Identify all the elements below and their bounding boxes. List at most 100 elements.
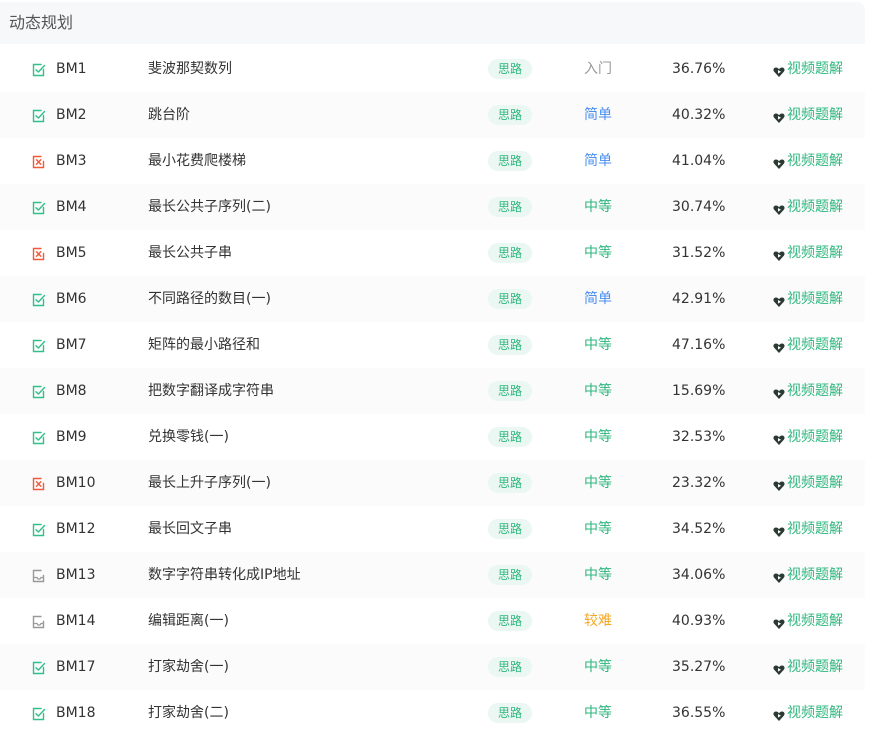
problem-title-link[interactable]: 编辑距离(一): [148, 612, 229, 630]
problem-panel: 动态规划 BM1 斐波那契数列 思路 入门 36.76% 视频题解 BM2 跳台阶 思路 简单 40…: [0, 0, 865, 737]
difficulty-label: 简单: [584, 107, 612, 123]
pass-rate: 15.69%: [672, 383, 726, 399]
problem-row[interactable]: BM4 最长公共子序列(二) 思路 中等 30.74% 视频题解: [0, 184, 865, 230]
problem-title-link[interactable]: 最小花费爬楼梯: [148, 152, 246, 170]
problem-row[interactable]: BM17 打家劫舍(一) 思路 中等 35.27% 视频题解: [0, 644, 865, 690]
checkbox-check-icon: [32, 292, 46, 307]
video-solution-label: 视频题解: [787, 429, 843, 445]
problem-row[interactable]: BM5 最长公共子串 思路 中等 31.52% 视频题解: [0, 230, 865, 276]
hint-tag[interactable]: 思路: [488, 611, 532, 631]
problem-title-link[interactable]: 最长回文子串: [148, 520, 232, 538]
problem-title-link[interactable]: 跳台阶: [148, 106, 190, 124]
hint-tag[interactable]: 思路: [488, 703, 532, 723]
pass-rate: 31.52%: [672, 245, 726, 261]
video-solution-link[interactable]: 视频题解: [773, 106, 843, 124]
video-solution-link[interactable]: 视频题解: [773, 198, 843, 216]
problem-title-link[interactable]: 不同路径的数目(一): [148, 290, 271, 308]
video-solution-link[interactable]: 视频题解: [773, 566, 843, 584]
pass-rate: 23.32%: [672, 475, 726, 491]
video-solution-label: 视频题解: [787, 383, 843, 399]
difficulty-label: 中等: [584, 337, 612, 353]
problem-title-link[interactable]: 最长上升子序列(一): [148, 474, 271, 492]
problem-row[interactable]: BM8 把数字翻译成字符串 思路 中等 15.69% 视频题解: [0, 368, 865, 414]
problem-title-link[interactable]: 把数字翻译成字符串: [148, 382, 274, 400]
problem-row[interactable]: BM14 编辑距离(一) 思路 较难 40.93% 视频题解: [0, 598, 865, 644]
heart-play-icon: [773, 707, 785, 721]
hint-tag[interactable]: 思路: [488, 427, 532, 447]
checkbox-x-icon: [32, 476, 46, 491]
pass-rate: 36.76%: [672, 61, 726, 77]
checkbox-check-icon: [32, 660, 46, 675]
video-solution-link[interactable]: 视频题解: [773, 520, 843, 538]
video-solution-label: 视频题解: [787, 567, 843, 583]
video-solution-link[interactable]: 视频题解: [773, 60, 843, 78]
tray-icon: [32, 568, 46, 583]
hint-tag[interactable]: 思路: [488, 59, 532, 79]
problem-title-link[interactable]: 兑换零钱(一): [148, 428, 229, 446]
checkbox-x-icon: [32, 154, 46, 169]
video-solution-link[interactable]: 视频题解: [773, 244, 843, 262]
hint-tag[interactable]: 思路: [488, 657, 532, 677]
video-solution-link[interactable]: 视频题解: [773, 336, 843, 354]
hint-tag[interactable]: 思路: [488, 243, 532, 263]
problem-row[interactable]: BM9 兑换零钱(一) 思路 中等 32.53% 视频题解: [0, 414, 865, 460]
problem-title-link[interactable]: 最长公共子串: [148, 244, 232, 262]
problem-id: BM6: [56, 291, 87, 307]
problem-id: BM5: [56, 245, 87, 261]
video-solution-label: 视频题解: [787, 107, 843, 123]
difficulty-label: 中等: [584, 199, 612, 215]
hint-tag[interactable]: 思路: [488, 197, 532, 217]
checkbox-check-icon: [32, 522, 46, 537]
problem-row[interactable]: BM12 最长回文子串 思路 中等 34.52% 视频题解: [0, 506, 865, 552]
problem-id: BM9: [56, 429, 87, 445]
video-solution-label: 视频题解: [787, 521, 843, 537]
checkbox-check-icon: [32, 62, 46, 77]
tray-icon: [32, 614, 46, 629]
hint-tag[interactable]: 思路: [488, 335, 532, 355]
problem-row[interactable]: BM6 不同路径的数目(一) 思路 简单 42.91% 视频题解: [0, 276, 865, 322]
video-solution-link[interactable]: 视频题解: [773, 474, 843, 492]
problem-row[interactable]: BM2 跳台阶 思路 简单 40.32% 视频题解: [0, 92, 865, 138]
problem-row[interactable]: BM7 矩阵的最小路径和 思路 中等 47.16% 视频题解: [0, 322, 865, 368]
difficulty-label: 中等: [584, 383, 612, 399]
problem-row[interactable]: BM3 最小花费爬楼梯 思路 简单 41.04% 视频题解: [0, 138, 865, 184]
video-solution-link[interactable]: 视频题解: [773, 612, 843, 630]
video-solution-link[interactable]: 视频题解: [773, 290, 843, 308]
video-solution-link[interactable]: 视频题解: [773, 704, 843, 722]
pass-rate: 34.06%: [672, 567, 726, 583]
problem-id: BM10: [56, 475, 96, 491]
video-solution-label: 视频题解: [787, 337, 843, 353]
hint-tag[interactable]: 思路: [488, 473, 532, 493]
problem-row[interactable]: BM18 打家劫舍(二) 思路 中等 36.55% 视频题解: [0, 690, 865, 736]
heart-play-icon: [773, 247, 785, 261]
problem-id: BM8: [56, 383, 87, 399]
hint-tag[interactable]: 思路: [488, 381, 532, 401]
difficulty-label: 中等: [584, 475, 612, 491]
problem-id: BM14: [56, 613, 96, 629]
problem-row[interactable]: BM10 最长上升子序列(一) 思路 中等 23.32% 视频题解: [0, 460, 865, 506]
hint-tag[interactable]: 思路: [488, 565, 532, 585]
hint-tag[interactable]: 思路: [488, 151, 532, 171]
video-solution-link[interactable]: 视频题解: [773, 382, 843, 400]
video-solution-link[interactable]: 视频题解: [773, 658, 843, 676]
problem-title-link[interactable]: 数字字符串转化成IP地址: [148, 566, 301, 584]
pass-rate: 34.52%: [672, 521, 726, 537]
problem-row[interactable]: BM13 数字字符串转化成IP地址 思路 中等 34.06% 视频题解: [0, 552, 865, 598]
difficulty-label: 简单: [584, 153, 612, 169]
checkbox-x-icon: [32, 246, 46, 261]
heart-play-icon: [773, 569, 785, 583]
problem-title-link[interactable]: 矩阵的最小路径和: [148, 336, 260, 354]
problem-title-link[interactable]: 斐波那契数列: [148, 60, 232, 78]
heart-play-icon: [773, 385, 785, 399]
checkbox-check-icon: [32, 200, 46, 215]
difficulty-label: 中等: [584, 521, 612, 537]
hint-tag[interactable]: 思路: [488, 519, 532, 539]
video-solution-link[interactable]: 视频题解: [773, 428, 843, 446]
problem-title-link[interactable]: 打家劫舍(二): [148, 704, 229, 722]
problem-row[interactable]: BM1 斐波那契数列 思路 入门 36.76% 视频题解: [0, 46, 865, 92]
problem-title-link[interactable]: 最长公共子序列(二): [148, 198, 271, 216]
problem-title-link[interactable]: 打家劫舍(一): [148, 658, 229, 676]
hint-tag[interactable]: 思路: [488, 289, 532, 309]
hint-tag[interactable]: 思路: [488, 105, 532, 125]
video-solution-link[interactable]: 视频题解: [773, 152, 843, 170]
